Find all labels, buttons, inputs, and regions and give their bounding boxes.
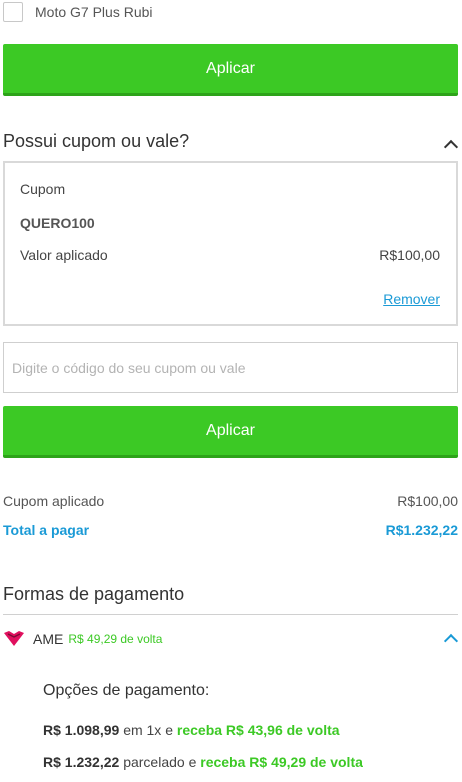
total-value: R$1.232,22 — [385, 522, 458, 538]
coupon-applied-value: R$100,00 — [397, 493, 458, 509]
payment-option-amount: R$ 1.098,99 — [43, 722, 120, 738]
remove-coupon-link[interactable]: Remover — [383, 291, 440, 307]
applied-coupon-card: Cupom QUERO100 Valor aplicado R$100,00 R… — [3, 161, 458, 326]
coupon-code: QUERO100 — [20, 215, 95, 231]
chevron-up-icon[interactable] — [443, 139, 459, 155]
apply-button-top[interactable]: Aplicar — [3, 44, 458, 96]
payment-option-cashback: receba R$ 43,96 de volta — [176, 722, 340, 738]
product-checkbox[interactable] — [3, 2, 23, 22]
payment-methods-title: Formas de pagamento — [3, 584, 185, 604]
ame-heart-icon — [4, 631, 24, 646]
coupon-code-input[interactable] — [3, 342, 458, 393]
payment-option-terms: em 1x e — [123, 722, 173, 738]
payment-option[interactable]: R$ 1.232,22 parcelado e receba R$ 49,29 … — [43, 754, 363, 770]
total-row: Total a pagar R$1.232,22 — [3, 522, 458, 538]
payment-option[interactable]: R$ 1.098,99 em 1x e receba R$ 43,96 de v… — [43, 722, 340, 738]
coupon-label: Cupom — [20, 181, 66, 197]
apply-coupon-button[interactable]: Aplicar — [3, 406, 458, 458]
ame-method-name: AME — [33, 631, 64, 647]
coupon-section-title: Possui cupom ou vale? — [3, 131, 190, 151]
divider — [3, 614, 458, 615]
payment-option-cashback: receba R$ 49,29 de volta — [200, 754, 363, 770]
payment-option-amount: R$ 1.232,22 — [43, 754, 120, 770]
payment-method-ame[interactable]: AME R$ 49,29 de volta — [3, 628, 458, 650]
payment-option-terms: parcelado e — [123, 754, 197, 770]
total-label: Total a pagar — [3, 522, 90, 538]
product-option-row[interactable]: Moto G7 Plus Rubi — [3, 1, 153, 23]
product-option-label: Moto G7 Plus Rubi — [35, 4, 153, 20]
coupon-applied-label: Cupom aplicado — [3, 493, 105, 509]
payment-options-title: Opções de pagamento: — [43, 682, 210, 699]
ame-cashback: R$ 49,29 de volta — [68, 632, 163, 646]
applied-value-label: Valor aplicado — [20, 247, 108, 263]
coupon-applied-row: Cupom aplicado R$100,00 — [3, 493, 458, 509]
applied-value: R$100,00 — [379, 247, 440, 263]
